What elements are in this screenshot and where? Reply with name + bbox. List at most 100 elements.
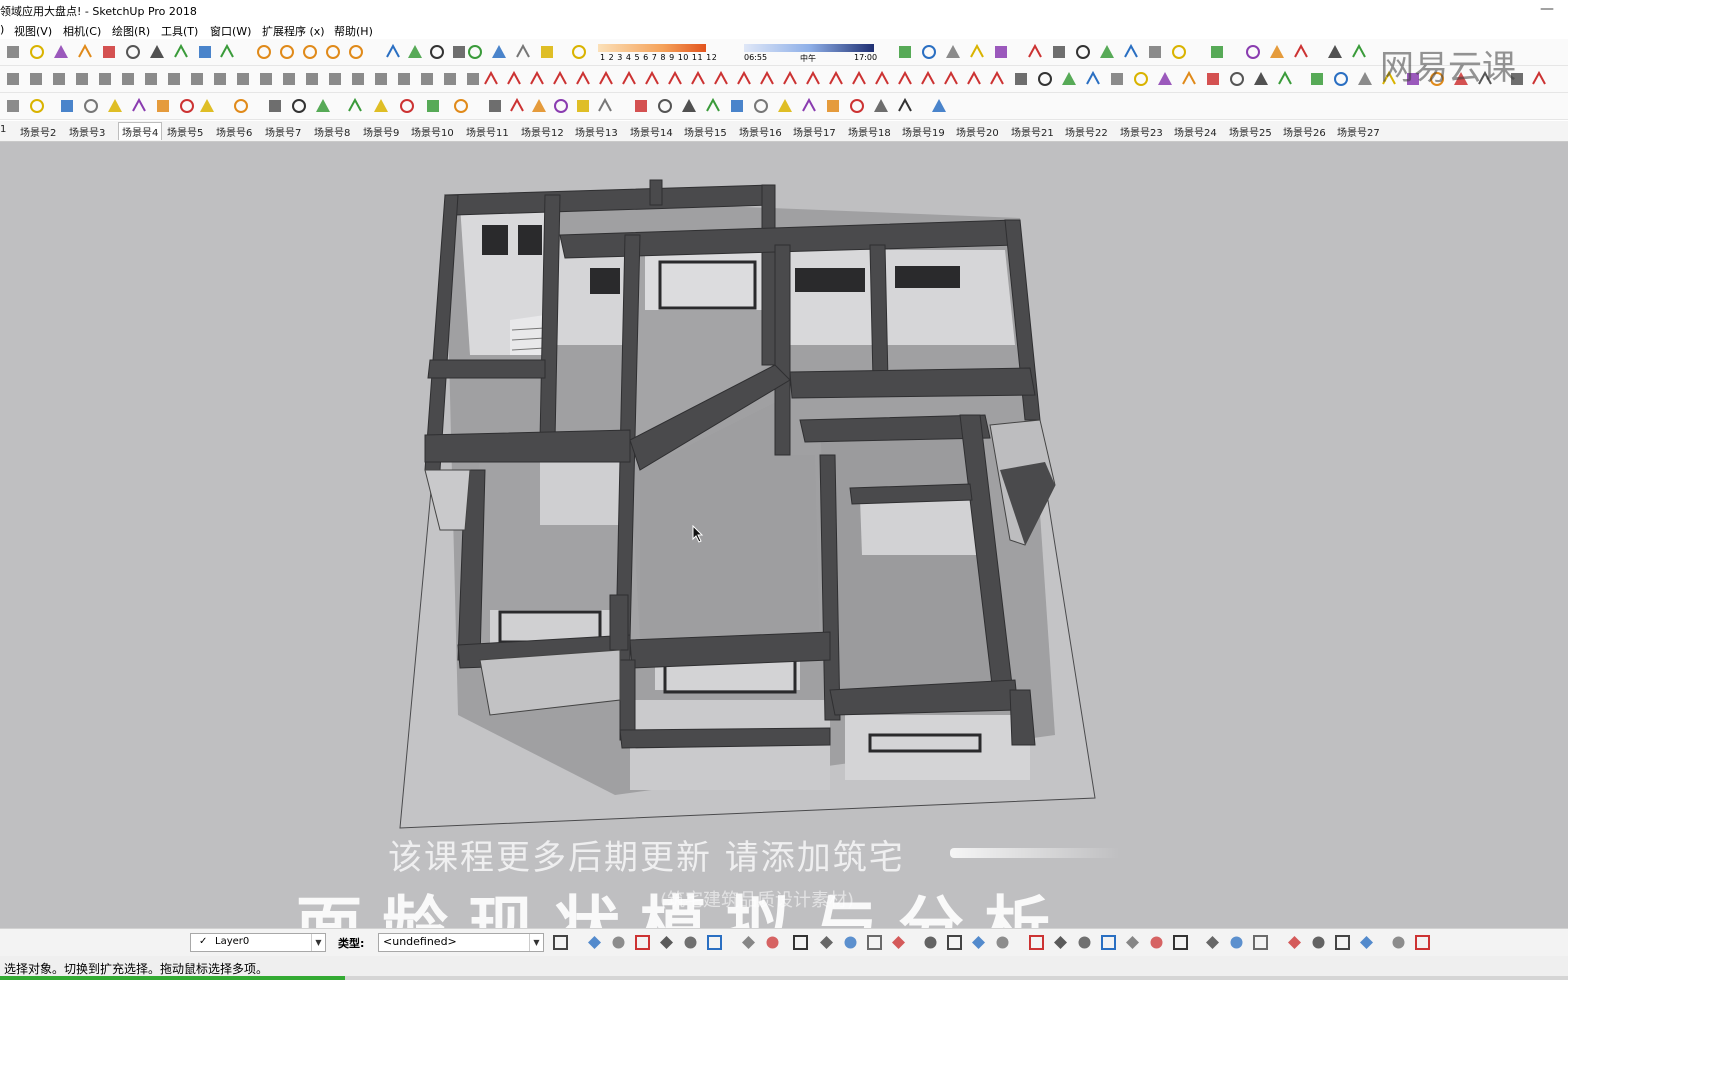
bottom-tool-icon-22[interactable] (1100, 934, 1117, 951)
scene-tab-5[interactable]: 场景号5 (167, 124, 203, 139)
top-tool-icon-38[interactable] (1244, 43, 1262, 61)
bottom-tool-icon-25[interactable] (1172, 934, 1189, 951)
draw-tool-icon-56[interactable] (1276, 70, 1294, 88)
misc-tool-icon-18[interactable] (452, 97, 470, 115)
draw-tool-icon-8[interactable] (165, 70, 183, 88)
menu-camera[interactable]: 相机(C) (63, 23, 101, 39)
menu-window[interactable]: 窗口(W) (210, 23, 251, 39)
draw-tool-icon-38[interactable] (850, 70, 868, 88)
top-tool-icon-12[interactable] (278, 43, 296, 61)
misc-tool-icon-30[interactable] (752, 97, 770, 115)
bottom-tool-icon-20[interactable] (1052, 934, 1069, 951)
draw-tool-icon-48[interactable] (1084, 70, 1102, 88)
bottom-tool-icon-1[interactable] (552, 934, 569, 951)
misc-tool-icon-25[interactable] (632, 97, 650, 115)
draw-tool-icon-10[interactable] (211, 70, 229, 88)
top-tool-icon-21[interactable] (490, 43, 508, 61)
top-tool-icon-6[interactable] (124, 43, 142, 61)
top-tool-icon-31[interactable] (1050, 43, 1068, 61)
misc-tool-icon-19[interactable] (486, 97, 504, 115)
top-tool-icon-32[interactable] (1074, 43, 1092, 61)
top-tool-icon-5[interactable] (100, 43, 118, 61)
misc-tool-icon-32[interactable] (800, 97, 818, 115)
bottom-tool-icon-19[interactable] (1028, 934, 1045, 951)
draw-tool-icon-5[interactable] (96, 70, 114, 88)
bottom-tool-icon-9[interactable] (764, 934, 781, 951)
top-tool-icon-20[interactable] (466, 43, 484, 61)
bottom-tool-icon-3[interactable] (610, 934, 627, 951)
misc-tool-icon-28[interactable] (704, 97, 722, 115)
menu-view[interactable]: 视图(V) (14, 23, 52, 39)
scene-tab-27[interactable]: 场景号27 (1337, 124, 1380, 139)
menu-extensions[interactable]: 扩展程序 (x) (262, 23, 325, 39)
draw-tool-icon-2[interactable] (27, 70, 45, 88)
chevron-down-icon[interactable]: ▼ (529, 934, 543, 951)
top-tool-icon-15[interactable] (347, 43, 365, 61)
misc-tool-icon-21[interactable] (530, 97, 548, 115)
misc-tool-icon-6[interactable] (130, 97, 148, 115)
draw-tool-icon-58[interactable] (1332, 70, 1350, 88)
top-tool-icon-30[interactable] (1026, 43, 1044, 61)
bottom-tool-icon-14[interactable] (890, 934, 907, 951)
model-viewport[interactable] (0, 142, 1568, 928)
bottom-tool-icon-7[interactable] (706, 934, 723, 951)
top-tool-icon-36[interactable] (1170, 43, 1188, 61)
bottom-tool-icon-5[interactable] (658, 934, 675, 951)
scene-tab-1[interactable]: 1 (0, 124, 6, 135)
scene-tab-12[interactable]: 场景号12 (521, 124, 564, 139)
draw-tool-icon-44[interactable] (988, 70, 1006, 88)
scene-tab-11[interactable]: 场景号11 (466, 124, 509, 139)
bottom-tool-icon-10[interactable] (792, 934, 809, 951)
scene-tab-23[interactable]: 场景号23 (1120, 124, 1163, 139)
bottom-tool-icon-17[interactable] (970, 934, 987, 951)
draw-tool-icon-50[interactable] (1132, 70, 1150, 88)
draw-tool-icon-3[interactable] (50, 70, 68, 88)
misc-tool-icon-10[interactable] (232, 97, 250, 115)
draw-tool-icon-9[interactable] (188, 70, 206, 88)
draw-tool-icon-22[interactable] (482, 70, 500, 88)
scene-tab-3[interactable]: 场景号3 (69, 124, 105, 139)
bottom-tool-icon-27[interactable] (1228, 934, 1245, 951)
top-tool-icon-41[interactable] (1326, 43, 1344, 61)
draw-tool-icon-34[interactable] (758, 70, 776, 88)
misc-tool-icon-17[interactable] (424, 97, 442, 115)
shadow-time-slider[interactable]: 06:55 中午 17:00 (742, 42, 878, 66)
bottom-tool-icon-2[interactable] (586, 934, 603, 951)
draw-tool-icon-47[interactable] (1060, 70, 1078, 88)
bottom-tool-icon-11[interactable] (818, 934, 835, 951)
bottom-tool-icon-31[interactable] (1334, 934, 1351, 951)
bottom-tool-icon-28[interactable] (1252, 934, 1269, 951)
top-tool-icon-22[interactable] (514, 43, 532, 61)
misc-tool-icon-27[interactable] (680, 97, 698, 115)
draw-tool-icon-14[interactable] (303, 70, 321, 88)
scene-tab-19[interactable]: 场景号19 (902, 124, 945, 139)
misc-tool-icon-26[interactable] (656, 97, 674, 115)
misc-tool-icon-16[interactable] (398, 97, 416, 115)
top-tool-icon-2[interactable] (28, 43, 46, 61)
misc-tool-icon-29[interactable] (728, 97, 746, 115)
misc-tool-icon-2[interactable] (28, 97, 46, 115)
bottom-tool-icon-30[interactable] (1310, 934, 1327, 951)
bottom-tool-icon-24[interactable] (1148, 934, 1165, 951)
draw-tool-icon-27[interactable] (597, 70, 615, 88)
misc-tool-icon-5[interactable] (106, 97, 124, 115)
misc-tool-icon-8[interactable] (178, 97, 196, 115)
scene-tab-9[interactable]: 场景号9 (363, 124, 399, 139)
draw-tool-icon-52[interactable] (1180, 70, 1198, 88)
scene-tab-15[interactable]: 场景号15 (684, 124, 727, 139)
scene-tab-20[interactable]: 场景号20 (956, 124, 999, 139)
top-tool-icon-24[interactable] (570, 43, 588, 61)
draw-tool-icon-7[interactable] (142, 70, 160, 88)
top-tool-icon-25[interactable] (896, 43, 914, 61)
scene-tab-25[interactable]: 场景号25 (1229, 124, 1272, 139)
top-tool-icon-39[interactable] (1268, 43, 1286, 61)
misc-tool-icon-23[interactable] (574, 97, 592, 115)
bottom-tool-icon-15[interactable] (922, 934, 939, 951)
draw-tool-icon-54[interactable] (1228, 70, 1246, 88)
bottom-tool-icon-32[interactable] (1358, 934, 1375, 951)
draw-tool-icon-12[interactable] (257, 70, 275, 88)
bottom-tool-icon-12[interactable] (842, 934, 859, 951)
bottom-tool-icon-18[interactable] (994, 934, 1011, 951)
shadow-month-slider[interactable]: 1 2 3 4 5 6 7 8 9 10 11 12 (596, 42, 728, 66)
bottom-tool-icon-13[interactable] (866, 934, 883, 951)
